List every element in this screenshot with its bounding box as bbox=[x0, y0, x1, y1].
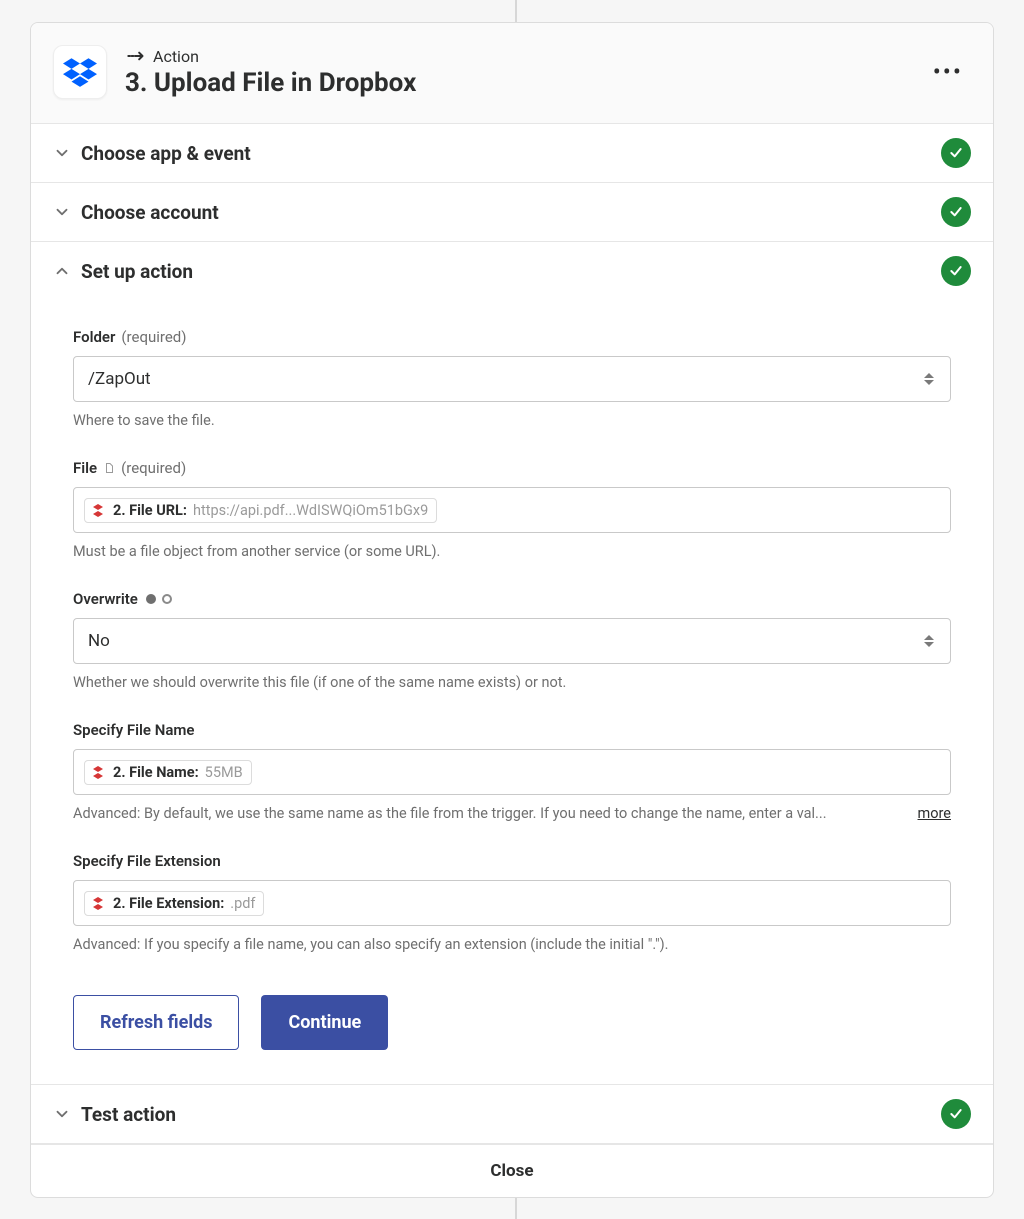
field-file: File (required) 2. File URL: https://api… bbox=[73, 459, 951, 560]
overwrite-select[interactable]: No bbox=[73, 618, 951, 664]
chevron-down-icon bbox=[53, 144, 71, 162]
label-text: Overwrite bbox=[73, 590, 138, 608]
file-extension-hint: Advanced: If you specify a file name, yo… bbox=[73, 936, 951, 953]
folder-value: /ZapOut bbox=[88, 369, 151, 389]
status-done-icon bbox=[941, 197, 971, 227]
status-done-icon bbox=[941, 138, 971, 168]
label-text: Specify File Extension bbox=[73, 852, 221, 870]
file-name-chip[interactable]: 2. File Name: 55MB bbox=[84, 760, 252, 785]
radio-selected-icon bbox=[146, 594, 156, 604]
step-kind-label: Action bbox=[153, 47, 199, 66]
file-name-hint: Advanced: By default, we use the same na… bbox=[73, 805, 951, 822]
label-text: Folder bbox=[73, 328, 115, 346]
field-file-label: File (required) bbox=[73, 459, 951, 477]
folder-hint: Where to save the file. bbox=[73, 412, 951, 429]
app-dropbox-icon bbox=[53, 45, 107, 99]
chip-prefix: 2. File URL: bbox=[113, 502, 187, 519]
field-file-name-label: Specify File Name bbox=[73, 721, 951, 739]
label-text: File bbox=[73, 459, 97, 477]
chevron-down-icon bbox=[53, 1105, 71, 1123]
overwrite-value: No bbox=[88, 631, 110, 651]
select-caret-icon bbox=[922, 373, 936, 385]
section-label: Set up action bbox=[81, 260, 931, 283]
close-button[interactable]: Close bbox=[31, 1144, 993, 1197]
required-text: (required) bbox=[121, 328, 186, 346]
file-input[interactable]: 2. File URL: https://api.pdf...WdISWQiOm… bbox=[73, 487, 951, 533]
hint-text: Advanced: By default, we use the same na… bbox=[73, 805, 827, 822]
required-text: (required) bbox=[121, 459, 186, 477]
section-label: Choose account bbox=[81, 201, 931, 224]
status-done-icon bbox=[941, 1099, 971, 1129]
section-choose-app-event[interactable]: Choose app & event bbox=[31, 124, 993, 183]
refresh-fields-button[interactable]: Refresh fields bbox=[73, 995, 239, 1050]
dropbox-icon bbox=[63, 55, 97, 89]
section-choose-account[interactable]: Choose account bbox=[31, 183, 993, 242]
action-arrow-icon bbox=[125, 46, 145, 66]
step-header: Action 3. Upload File in Dropbox ••• bbox=[31, 23, 993, 124]
file-extension-input[interactable]: 2. File Extension: .pdf bbox=[73, 880, 951, 926]
field-folder-label: Folder (required) bbox=[73, 328, 951, 346]
overwrite-hint: Whether we should overwrite this file (i… bbox=[73, 674, 951, 691]
section-label: Choose app & event bbox=[81, 142, 931, 165]
file-chip[interactable]: 2. File URL: https://api.pdf...WdISWQiOm… bbox=[84, 498, 437, 523]
field-file-extension-label: Specify File Extension bbox=[73, 852, 951, 870]
more-menu-button[interactable]: ••• bbox=[931, 56, 965, 88]
file-hint: Must be a file object from another servi… bbox=[73, 543, 951, 560]
section-set-up-action[interactable]: Set up action bbox=[31, 242, 993, 300]
field-file-extension: Specify File Extension 2. File Extension… bbox=[73, 852, 951, 953]
overwrite-radio-group[interactable] bbox=[146, 594, 172, 604]
file-badge-icon bbox=[103, 462, 115, 474]
chip-prefix: 2. File Extension: bbox=[113, 895, 224, 912]
field-overwrite-label: Overwrite bbox=[73, 590, 951, 608]
connector-top bbox=[515, 0, 517, 22]
section-test-action[interactable]: Test action bbox=[31, 1084, 993, 1144]
step-header-text: Action 3. Upload File in Dropbox bbox=[125, 46, 913, 98]
label-text: Specify File Name bbox=[73, 721, 195, 739]
section-label: Test action bbox=[81, 1103, 931, 1126]
chip-value: 55MB bbox=[205, 764, 243, 781]
chip-prefix: 2. File Name: bbox=[113, 764, 199, 781]
field-file-name: Specify File Name 2. File Name: 55MB Adv… bbox=[73, 721, 951, 822]
status-done-icon bbox=[941, 256, 971, 286]
radio-unselected-icon bbox=[162, 594, 172, 604]
pdfco-badge-icon bbox=[91, 764, 107, 780]
field-folder: Folder (required) /ZapOut Where to save … bbox=[73, 328, 951, 429]
file-extension-chip[interactable]: 2. File Extension: .pdf bbox=[84, 891, 264, 916]
chip-value: .pdf bbox=[230, 895, 255, 912]
setup-action-form: Folder (required) /ZapOut Where to save … bbox=[31, 300, 993, 1084]
file-name-hint-more[interactable]: more bbox=[918, 805, 951, 822]
file-name-input[interactable]: 2. File Name: 55MB bbox=[73, 749, 951, 795]
pdfco-badge-icon bbox=[91, 895, 107, 911]
chevron-up-icon bbox=[53, 262, 71, 280]
continue-button[interactable]: Continue bbox=[261, 995, 388, 1050]
action-step-card: Action 3. Upload File in Dropbox ••• Cho… bbox=[30, 22, 994, 1198]
chip-value: https://api.pdf...WdISWQiOm51bGx9 bbox=[193, 502, 428, 519]
form-button-row: Refresh fields Continue bbox=[73, 995, 951, 1050]
step-kind-line: Action bbox=[125, 46, 913, 66]
chevron-down-icon bbox=[53, 203, 71, 221]
folder-select[interactable]: /ZapOut bbox=[73, 356, 951, 402]
select-caret-icon bbox=[922, 635, 936, 647]
pdfco-badge-icon bbox=[91, 502, 107, 518]
field-overwrite: Overwrite No Whether we should overwrite… bbox=[73, 590, 951, 691]
step-title[interactable]: 3. Upload File in Dropbox bbox=[125, 68, 913, 98]
